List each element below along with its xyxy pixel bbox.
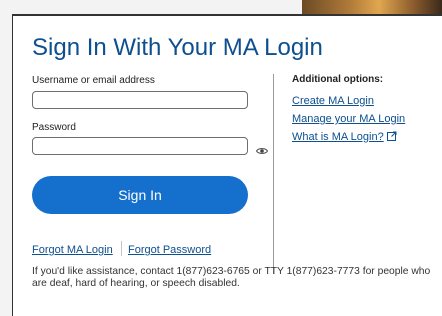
forgot-password-link[interactable]: Forgot Password <box>128 244 211 256</box>
login-card: Sign In With Your MA Login Username or e… <box>12 14 442 316</box>
username-label: Username or email address <box>32 75 155 86</box>
password-input[interactable] <box>32 137 248 155</box>
additional-options-heading: Additional options: <box>292 74 384 85</box>
column-divider <box>273 74 274 274</box>
forgot-ma-login-link[interactable]: Forgot MA Login <box>32 244 113 256</box>
link-separator <box>121 241 122 256</box>
what-is-ma-login-label[interactable]: What is MA Login? <box>292 131 384 143</box>
what-is-ma-login-link[interactable]: What is MA Login? <box>292 131 397 144</box>
manage-ma-login-link[interactable]: Manage your MA Login <box>292 113 405 125</box>
page: Sign In With Your MA Login Username or e… <box>0 0 442 316</box>
external-link-icon <box>386 131 397 144</box>
username-input[interactable] <box>32 91 248 109</box>
eye-icon[interactable] <box>255 142 269 154</box>
password-label: Password <box>32 122 76 133</box>
page-title: Sign In With Your MA Login <box>32 34 323 61</box>
sign-in-button[interactable]: Sign In <box>32 176 248 214</box>
assistance-text: If you'd like assistance, contact 1(877)… <box>32 266 431 289</box>
create-ma-login-link[interactable]: Create MA Login <box>292 95 374 107</box>
